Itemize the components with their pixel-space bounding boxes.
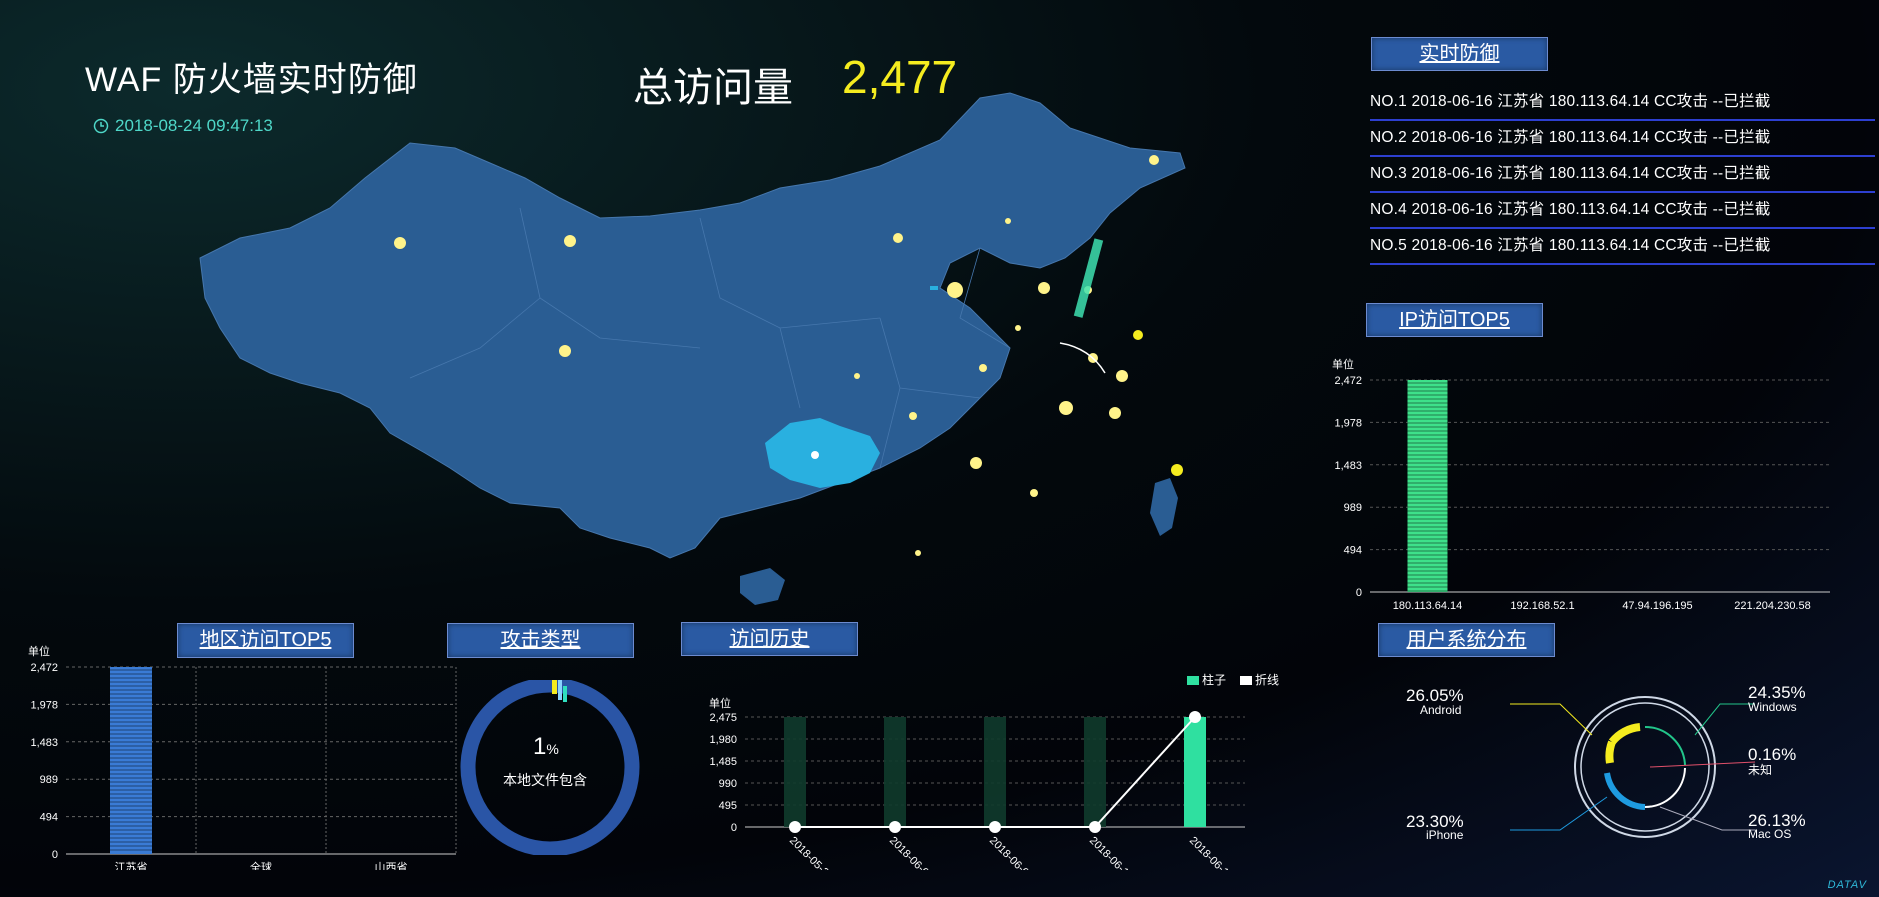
slice-macos[interactable]	[1644, 767, 1686, 808]
donut-ring	[460, 680, 640, 855]
x-tick-label: 2018-06-16	[1187, 835, 1235, 870]
line-point	[789, 821, 801, 833]
os-label-windows: Windows	[1748, 700, 1797, 714]
map-bar-jiangsu	[1073, 238, 1104, 318]
line-point	[1189, 711, 1201, 723]
line-point	[889, 821, 901, 833]
legend-bar-label: 柱子	[1202, 673, 1227, 687]
x-tick-label: 180.113.64.14	[1393, 600, 1463, 612]
bar	[1184, 717, 1206, 827]
y-axis-title: 单位	[709, 696, 731, 710]
bar-shadow	[1084, 717, 1106, 827]
leader-macos	[1659, 806, 1755, 831]
panel-title-ip-top5: IP访问TOP5	[1366, 303, 1543, 337]
y-tick-label: 1,483	[1334, 460, 1362, 472]
slice-windows[interactable]	[1644, 725, 1686, 766]
x-tick-label: 2018-06-08	[887, 835, 935, 870]
map-mini-bar	[930, 286, 938, 290]
map-flow-line	[1059, 342, 1106, 374]
y-tick-label: 2,472	[1334, 375, 1362, 387]
attack-percent: 1%	[533, 733, 559, 761]
y-axis-title: 单位	[1332, 357, 1354, 371]
y-tick-label: 2,475	[709, 712, 737, 724]
map-island-taiwan[interactable]	[1150, 478, 1178, 536]
attack-percent-value: 1	[533, 733, 547, 760]
os-label-android: Android	[1420, 703, 1462, 717]
slice-iphone[interactable]	[1604, 772, 1646, 810]
bar-shadow	[784, 717, 806, 827]
attack-label: 本地文件包含	[503, 772, 587, 788]
attack-percent-unit: %	[546, 741, 559, 757]
list-item[interactable]: NO.3 2018-06-16 江苏省 180.113.64.14 CC攻击 -…	[1370, 157, 1875, 193]
y-tick-label: 1,485	[709, 756, 737, 768]
china-map[interactable]	[180, 88, 1290, 608]
x-tick-label: 全球	[250, 860, 272, 870]
legend-line-label: 折线	[1255, 673, 1280, 687]
y-tick-label: 989	[40, 774, 58, 786]
map-region[interactable]	[199, 92, 1186, 559]
slice-android[interactable]	[1608, 723, 1641, 745]
region-top5-chart[interactable]: 单位 0 494 989 1,483 1,978 2,472 江苏省 全球 山西省	[20, 640, 470, 870]
panel-title-realtime: 实时防御	[1371, 37, 1548, 71]
y-tick-label: 0	[52, 849, 58, 861]
attack-donut[interactable]	[455, 680, 645, 855]
logo: DATAV	[1827, 879, 1867, 891]
legend-item-bar[interactable]: 柱子	[1187, 671, 1226, 688]
os-label-iphone: iPhone	[1426, 828, 1464, 842]
line-point	[989, 821, 1001, 833]
y-tick-label: 1,978	[1334, 417, 1362, 429]
slice-android-b[interactable]	[1605, 740, 1616, 764]
x-tick-label: 山西省	[375, 861, 408, 870]
x-tick-label: 47.94.196.195	[1622, 600, 1692, 612]
line-point	[1089, 821, 1101, 833]
y-tick-label: 494	[1344, 545, 1362, 557]
x-tick-label: 2018-06-09	[987, 835, 1035, 870]
os-outer-ring	[1574, 696, 1716, 838]
panel-title-history: 访问历史	[681, 622, 858, 656]
leader-unknown	[1649, 761, 1756, 768]
panel-title-attack-type: 攻击类型	[447, 623, 634, 658]
legend-item-line[interactable]: 折线	[1240, 671, 1279, 688]
y-tick-label: 495	[719, 800, 737, 812]
y-tick-label: 1,483	[30, 737, 58, 749]
list-item[interactable]: NO.1 2018-06-16 江苏省 180.113.64.14 CC攻击 -…	[1370, 85, 1875, 121]
leader-android	[1510, 703, 1593, 736]
y-tick-label: 2,472	[30, 662, 58, 674]
y-tick-label: 0	[1356, 587, 1362, 599]
y-tick-label: 494	[40, 812, 58, 824]
donut-marker-blue	[558, 680, 562, 700]
panel-title-os-dist: 用户系统分布	[1378, 623, 1555, 657]
x-tick-label: 2018-06-12	[1087, 835, 1135, 870]
clock-icon	[93, 118, 109, 134]
y-tick-label: 0	[731, 822, 737, 834]
y-axis-title: 单位	[28, 644, 50, 658]
list-item[interactable]: NO.5 2018-06-16 江苏省 180.113.64.14 CC攻击 -…	[1370, 229, 1875, 265]
realtime-list: NO.1 2018-06-16 江苏省 180.113.64.14 CC攻击 -…	[1370, 85, 1875, 265]
x-tick-label: 江苏省	[115, 861, 148, 870]
list-item[interactable]: NO.2 2018-06-16 江苏省 180.113.64.14 CC攻击 -…	[1370, 121, 1875, 157]
x-tick-label: 221.204.230.58	[1734, 600, 1810, 612]
donut-marker-yellow	[552, 680, 557, 694]
ip-top5-chart[interactable]: 单位 0 494 989 1,483 1,978 2,472 180.113.64.14 192…	[1320, 352, 1840, 612]
y-tick-label: 1,980	[709, 734, 737, 746]
history-chart[interactable]: 单位 0 495 990 1,485 1,980 2,475 2018-05-20 2018-0…	[690, 690, 1260, 870]
donut-marker-cyan	[563, 686, 567, 702]
x-tick-label: 192.168.52.1	[1510, 600, 1574, 612]
map-island-hainan[interactable]	[740, 568, 785, 605]
list-item[interactable]: NO.4 2018-06-16 江苏省 180.113.64.14 CC攻击 -…	[1370, 193, 1875, 229]
x-tick-label: 2018-05-20	[787, 835, 835, 870]
bar	[1407, 380, 1448, 592]
y-tick-label: 1,978	[30, 699, 58, 711]
bar-shadow	[884, 717, 906, 827]
bar-shadow	[984, 717, 1006, 827]
os-label-macos: Mac OS	[1748, 827, 1792, 841]
history-legend: 柱子 折线	[1187, 671, 1279, 688]
os-inner-ring	[1580, 702, 1710, 832]
y-tick-label: 989	[1344, 502, 1362, 514]
os-label-unknown: 未知	[1748, 763, 1773, 777]
y-tick-label: 990	[719, 778, 737, 790]
